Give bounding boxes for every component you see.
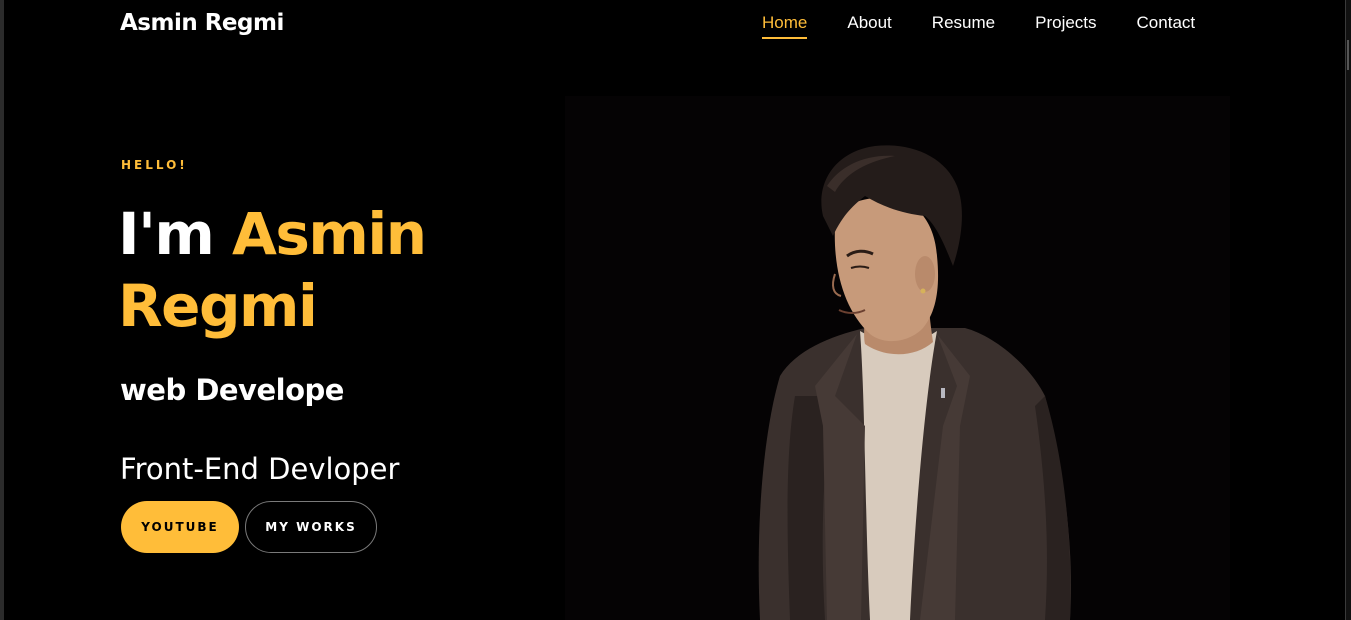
hero-portrait-image bbox=[565, 96, 1230, 620]
portrait-illustration bbox=[758, 145, 1071, 620]
hero-intro: I'm bbox=[118, 200, 215, 268]
scrollbar-thumb[interactable] bbox=[1347, 40, 1349, 70]
hero-first-name: Asmin bbox=[231, 200, 427, 268]
nav-about-link[interactable]: About bbox=[847, 13, 891, 39]
hero-heading: I'm Asmin Regmi bbox=[118, 198, 518, 342]
site-brand[interactable]: Asmin Regmi bbox=[120, 10, 284, 36]
window-left-edge bbox=[0, 0, 4, 620]
page-scrollbar[interactable] bbox=[1345, 0, 1351, 620]
hero-typed-text: Front-End Devloper bbox=[120, 452, 400, 486]
hero-last-name: Regmi bbox=[118, 272, 318, 340]
youtube-button[interactable]: YOUTUBE bbox=[121, 501, 239, 553]
nav-home-link[interactable]: Home bbox=[762, 13, 808, 39]
nav-projects-link[interactable]: Projects bbox=[1035, 13, 1096, 39]
nav-resume-link[interactable]: Resume bbox=[932, 13, 995, 39]
my-works-button[interactable]: MY WORKS bbox=[245, 501, 377, 553]
main-nav: Home About Resume Projects Contact bbox=[762, 13, 1195, 39]
hero-greeting: HELLO! bbox=[121, 158, 188, 172]
nav-contact-link[interactable]: Contact bbox=[1137, 13, 1196, 39]
hero-role: web Develope bbox=[120, 373, 344, 407]
